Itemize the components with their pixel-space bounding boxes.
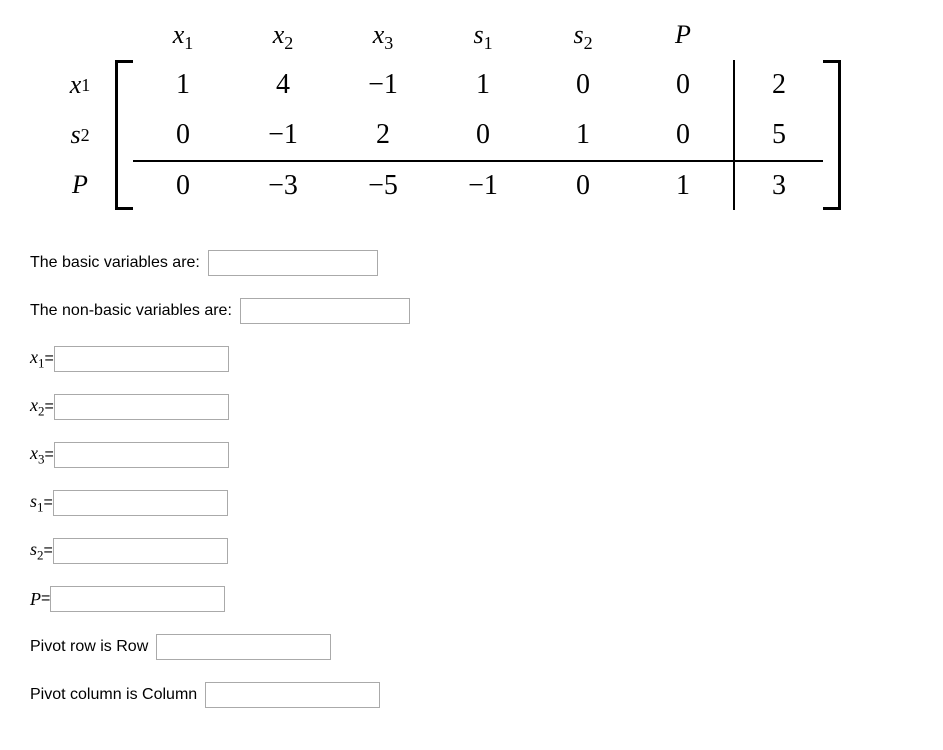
p-label: P [30,589,41,610]
matrix-body: 1 4 −1 1 0 0 2 0 −1 2 0 1 0 5 [115,60,841,210]
bracket-left [115,60,133,210]
equals: = [44,494,53,512]
pivot-col-input[interactable] [205,682,380,708]
col-header-x3: x3 [333,20,433,60]
cell: −1 [233,119,333,151]
equals: = [41,590,50,608]
cell: 0 [533,170,633,202]
nonbasic-variables-label: The non-basic variables are: [30,302,232,320]
rhs-cell: 3 [733,162,823,210]
x3-row: x3 = [30,442,913,468]
s2-input[interactable] [53,538,228,564]
cell: 2 [333,119,433,151]
rhs-cell: 5 [733,110,823,160]
x2-row: x2 = [30,394,913,420]
cell: 0 [133,119,233,151]
matrix: x1 x2 x3 s1 s2 P 1 4 −1 1 0 0 2 [115,20,841,210]
s2-row: s2 = [30,538,913,564]
cell: −3 [233,170,333,202]
equals: = [45,350,54,368]
p-input[interactable] [50,586,225,612]
x3-label: x3 [30,443,45,468]
cell: −5 [333,170,433,202]
x1-row: x1 = [30,346,913,372]
form-section: The basic variables are: The non-basic v… [30,250,913,708]
cell: 1 [133,69,233,101]
column-headers: x1 x2 x3 s1 s2 P [133,20,841,60]
s1-row: s1 = [30,490,913,516]
pivot-col-label: Pivot column is Column [30,686,197,704]
s1-input[interactable] [53,490,228,516]
cell: 0 [633,119,733,151]
matrix-row-3: 0 −3 −5 −1 0 1 3 [133,160,823,210]
x1-label: x1 [30,347,45,372]
cell: 0 [533,69,633,101]
basic-variables-row: The basic variables are: [30,250,913,276]
cell: 0 [433,119,533,151]
matrix-row-1: 1 4 −1 1 0 0 2 [133,60,823,110]
row-label-x1: x1 [60,60,100,110]
cell: 1 [433,69,533,101]
s1-label: s1 [30,491,44,516]
cell: −1 [333,69,433,101]
pivot-row-input[interactable] [156,634,331,660]
col-header-rhs [733,20,823,60]
col-header-p: P [633,20,733,60]
equals: = [45,446,54,464]
row-labels: x1 s2 P [60,60,100,210]
cell: 1 [533,119,633,151]
equals: = [44,542,53,560]
row-label-p: P [60,160,100,210]
basic-variables-label: The basic variables are: [30,254,200,272]
col-header-x1: x1 [133,20,233,60]
col-header-s2: s2 [533,20,633,60]
cell: −1 [433,170,533,202]
pivot-row-row: Pivot row is Row [30,634,913,660]
cell: 0 [633,69,733,101]
simplex-tableau: x1 s2 P x1 x2 x3 s1 s2 P 1 4 −1 1 0 0 [60,20,913,210]
x3-input[interactable] [54,442,229,468]
pivot-col-row: Pivot column is Column [30,682,913,708]
bracket-right [823,60,841,210]
equals: = [45,398,54,416]
basic-variables-input[interactable] [208,250,378,276]
cell: 4 [233,69,333,101]
rhs-cell: 2 [733,60,823,110]
nonbasic-variables-row: The non-basic variables are: [30,298,913,324]
x1-input[interactable] [54,346,229,372]
s2-label: s2 [30,539,44,564]
x2-label: x2 [30,395,45,420]
x2-input[interactable] [54,394,229,420]
cell: 1 [633,170,733,202]
col-header-s1: s1 [433,20,533,60]
p-row-form: P = [30,586,913,612]
cell: 0 [133,170,233,202]
row-label-s2: s2 [60,110,100,160]
matrix-row-2: 0 −1 2 0 1 0 5 [133,110,823,160]
matrix-cells: 1 4 −1 1 0 0 2 0 −1 2 0 1 0 5 [133,60,823,210]
nonbasic-variables-input[interactable] [240,298,410,324]
pivot-row-label: Pivot row is Row [30,638,148,656]
col-header-x2: x2 [233,20,333,60]
